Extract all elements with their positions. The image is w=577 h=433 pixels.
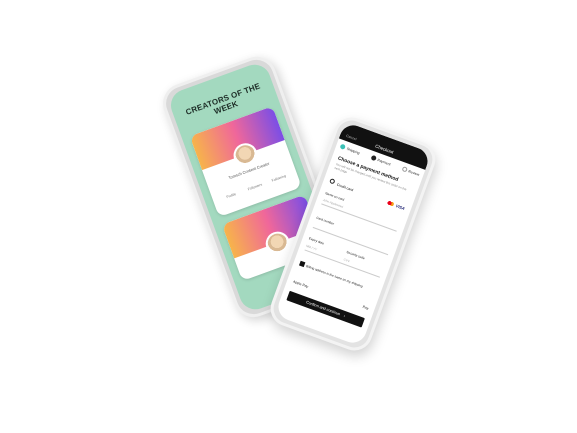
cancel-button[interactable]: Cancel [346, 134, 358, 141]
card-logos: VISA [385, 199, 406, 211]
visa-icon: VISA [395, 202, 406, 211]
step-review[interactable]: Review [401, 165, 420, 177]
stat-following[interactable]: Following [266, 172, 291, 184]
method-label: Credit card [336, 182, 354, 193]
expiry-label: Expiry date [308, 236, 325, 246]
checkbox-checked-icon [298, 260, 306, 268]
stat-profile[interactable]: Profile [219, 189, 244, 201]
applepay-label: Apple Pay [292, 279, 309, 289]
checkout-title: Checkout [374, 143, 395, 155]
mastercard-icon [385, 199, 396, 207]
step-pending-icon [401, 165, 408, 173]
arrow-right-icon: › [343, 313, 346, 319]
step-complete-icon [339, 143, 346, 150]
mockup-scene: CREATORS OF THE WEEK Tomsch Content Crea… [0, 0, 577, 433]
card-number-label: Card number [315, 215, 335, 226]
security-code-field[interactable]: CVV [343, 257, 350, 263]
step-current-icon [370, 154, 377, 162]
applepay-logo: Pay [362, 304, 370, 311]
radio-icon[interactable] [329, 178, 336, 185]
stat-followers[interactable]: Followers [242, 181, 267, 193]
confirm-button[interactable]: Confirm and continue › [286, 290, 365, 328]
